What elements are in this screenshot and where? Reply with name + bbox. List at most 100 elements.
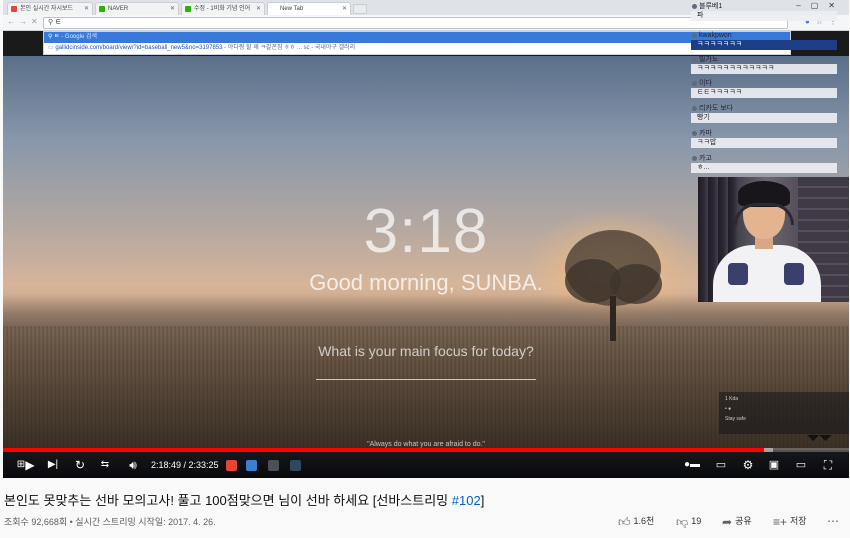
playlist-add-icon: ≡+: [773, 514, 788, 529]
badge-icon: [692, 57, 697, 62]
badge-icon: [692, 33, 697, 38]
new-tab-button[interactable]: [353, 4, 367, 14]
webcam-shirt-print: [728, 263, 748, 285]
chat-text: ㅋㅋ밥: [691, 138, 837, 148]
app-icon[interactable]: [290, 460, 301, 471]
miniplayer-icon[interactable]: ▣: [766, 456, 782, 474]
chat-text: ㅌㅌㅋㅋㅋㅋㅋ: [691, 88, 837, 98]
subtitles-icon[interactable]: ▭: [713, 456, 729, 474]
more-options-icon[interactable]: ⋯: [827, 512, 839, 530]
dislike-button[interactable]: 👎︎ 19: [676, 512, 701, 530]
chat-username: 이다: [691, 79, 839, 88]
navigation-buttons[interactable]: ←→✕: [7, 17, 42, 26]
glasses-icon: ◥◤◥◤: [807, 433, 832, 442]
app-icon[interactable]: [246, 460, 257, 471]
close-icon[interactable]: ✕: [170, 3, 175, 15]
webcam-shirt-print: [784, 263, 804, 285]
chat-text: ㅋㅋㅋㅋㅋㅋㅋ: [691, 40, 837, 50]
chat-username: 빌가도: [691, 55, 839, 64]
share-label: 공유: [735, 516, 752, 526]
chat-username: 카고: [691, 154, 839, 163]
chat-message: 블루베1 파: [691, 2, 839, 21]
chat-message: 카고 ㅎ...: [691, 154, 839, 173]
focus-input[interactable]: [316, 379, 536, 380]
suggestion-url-title: - 야다찡 할 꽤 ㅋ갈꼰짐 ㅎㅎ ... sc - 국내야구 갤러리: [224, 45, 356, 51]
dislike-count: 19: [691, 516, 702, 526]
badge-icon: [692, 81, 697, 86]
suggestion-hint: - Google 검색: [61, 34, 97, 40]
thumbs-down-icon: 👎︎: [676, 514, 689, 529]
chat-text: 빵기: [691, 113, 837, 123]
browser-tab[interactable]: 본인 실시간 자시보드 ✕: [7, 2, 93, 15]
naver-icon: [185, 6, 191, 12]
chat-message: 이다 ㅌㅌㅋㅋㅋㅋㅋ: [691, 79, 839, 98]
stream-info-line: Stay safe: [725, 416, 746, 422]
youtube-icon: [11, 6, 17, 12]
page: 3:18 Good morning, SUNBA. What is your m…: [0, 0, 850, 538]
stream-info-line: 1 Kda: [725, 396, 739, 402]
address-bar[interactable]: ⚲ ㅌ: [43, 17, 788, 29]
headset-icon: [734, 203, 794, 225]
time-display: 2:18:49 / 2:33:25: [151, 460, 219, 470]
next-icon[interactable]: ▶|: [45, 456, 61, 474]
webcam-overlay: [698, 177, 849, 302]
hashtag-link[interactable]: #102: [452, 493, 481, 508]
like-count: 1.6천: [633, 516, 655, 526]
browser-tab[interactable]: NAVER ✕: [95, 2, 179, 15]
close-icon[interactable]: ✕: [84, 3, 89, 15]
chat-text: ㅋㅋㅋㅋㅋㅋㅋㅋㅋㅋㅋㅋ: [691, 64, 837, 74]
share-icon: ➦: [722, 514, 733, 529]
chat-message: 빌가도 ㅋㅋㅋㅋㅋㅋㅋㅋㅋㅋㅋㅋ: [691, 55, 839, 74]
tab-label: NAVER: [108, 6, 129, 12]
naver-icon: [99, 6, 105, 12]
quote-text: "Always do what you are afraid to do.": [367, 441, 485, 448]
chat-message: kwakpwon ㅋㅋㅋㅋㅋㅋㅋ: [691, 31, 839, 50]
play-icon[interactable]: ▶: [22, 456, 38, 474]
suggestion-search[interactable]: ⚲ ㅌ - Google 검색: [44, 32, 790, 43]
chat-overlay: 블루베1 파 kwakpwon ㅋㅋㅋㅋㅋㅋㅋ 빌가도 ㅋㅋㅋㅋㅋㅋㅋㅋㅋㅋㅋㅋ…: [691, 0, 843, 176]
chat-username: 블루베1: [691, 2, 839, 11]
tab-label: 수정 - 1비화 기념 인어: [194, 6, 251, 12]
like-button[interactable]: 👍︎ 1.6천: [618, 512, 654, 530]
badge-icon: [692, 106, 697, 111]
video-meta: 조회수 92,668회 • 실시간 스트리밍 시작일: 2017. 4. 26.: [4, 517, 216, 527]
badge-icon: [692, 131, 697, 136]
stream-info-box: 1 Kda • ● Stay safe: [719, 392, 849, 434]
gear-icon[interactable]: ⚙: [740, 456, 756, 474]
badge-icon: [692, 4, 697, 9]
suggestion-history[interactable]: ▭ gallidcinside.com/board/view/?id=baseb…: [44, 43, 790, 54]
fullscreen-icon[interactable]: ⛶: [820, 456, 836, 474]
stream-info-line: • ●: [725, 406, 732, 412]
chat-username: kwakpwon: [691, 31, 839, 40]
omnibox-dropdown: ⚲ ㅌ - Google 검색 ▭ gallidcinside.com/boar…: [43, 31, 791, 55]
close-icon[interactable]: ✕: [256, 3, 261, 15]
share-button[interactable]: ➦ 공유: [722, 512, 752, 530]
browser-tab-active[interactable]: New Tab ✕: [267, 2, 351, 15]
app-icon[interactable]: [268, 460, 279, 471]
autoplay-toggle[interactable]: ●▬: [682, 456, 702, 474]
browser-tab[interactable]: 수정 - 1비화 기념 인어 ✕: [181, 2, 265, 15]
close-icon[interactable]: ✕: [342, 3, 347, 15]
chat-text: ㅎ...: [691, 163, 837, 173]
chrome-icon[interactable]: [226, 460, 237, 471]
focus-question: What is your main focus for today?: [318, 343, 534, 359]
chat-username: 카마: [691, 129, 839, 138]
address-value: ㅌ: [55, 19, 62, 26]
chat-message: 카마 ㅋㅋ밥: [691, 129, 839, 148]
refresh-icon[interactable]: ↻: [72, 456, 88, 474]
chat-text: 파: [691, 11, 837, 21]
theater-icon[interactable]: ▭: [793, 456, 809, 474]
suggestion-query: ㅌ: [54, 34, 60, 40]
chat-message: 리카도 보다 빵기: [691, 104, 839, 123]
tab-label: New Tab: [280, 6, 304, 12]
tab-label: 본인 실시간 자시보드: [20, 6, 74, 12]
chat-username: 리카도 보다: [691, 104, 839, 113]
thumbs-up-icon: 👍︎: [618, 514, 631, 529]
volume-icon[interactable]: 🔊︎: [124, 456, 142, 474]
loop-icon[interactable]: ⇆: [97, 456, 113, 474]
save-label: 저장: [790, 516, 807, 526]
badge-icon: [692, 156, 697, 161]
suggestion-url: gallidcinside.com/board/view/?id=basebal…: [55, 45, 223, 51]
save-button[interactable]: ≡+ 저장: [773, 512, 807, 530]
video-title: 본인도 못맞추는 선바 모의고사! 풀고 100점맞으면 님이 선바 하세요 […: [4, 493, 485, 508]
